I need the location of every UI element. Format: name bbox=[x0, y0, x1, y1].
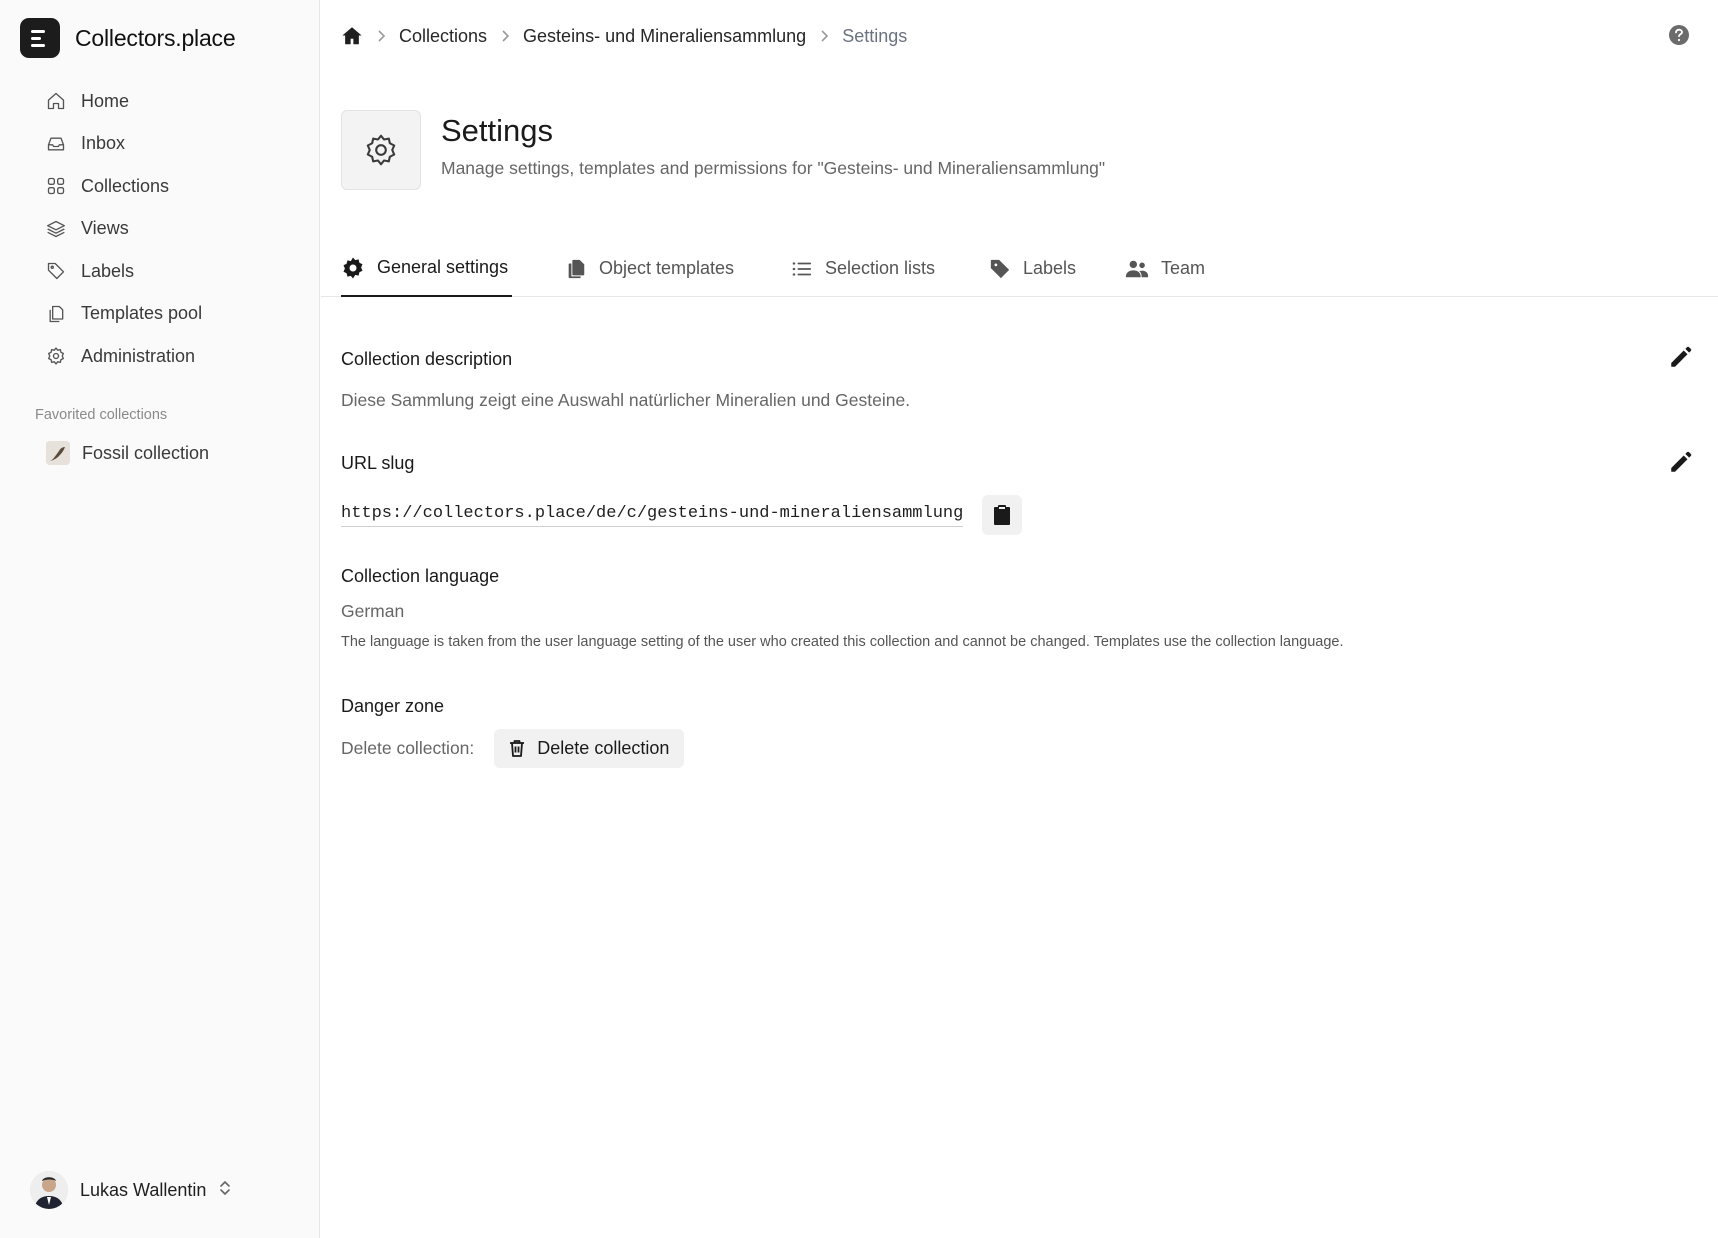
page-header: Settings Manage settings, templates and … bbox=[341, 110, 1105, 190]
tab-label: Selection lists bbox=[825, 258, 936, 278]
slug-row: https://collectors.place/de/c/gesteins-u… bbox=[341, 495, 1023, 535]
page-title: Settings bbox=[441, 113, 554, 148]
sidebar-item-collections[interactable]: Collections bbox=[44, 165, 304, 208]
sidebar-item-label: Home bbox=[81, 90, 130, 111]
tab-labels[interactable]: Labels bbox=[989, 240, 1076, 297]
sidebar-item-label: Inbox bbox=[81, 133, 126, 154]
copy-slug-button[interactable] bbox=[982, 495, 1023, 535]
sidebar-item-label: Templates pool bbox=[81, 303, 203, 324]
danger-row: Delete collection: Delete collection bbox=[341, 729, 685, 768]
fossil-thumbnail bbox=[46, 441, 70, 465]
slug-value[interactable]: https://collectors.place/de/c/gesteins-u… bbox=[341, 504, 964, 527]
slug-title: URL slug bbox=[341, 453, 415, 473]
gear-icon bbox=[341, 110, 421, 190]
chevron-right-icon bbox=[819, 29, 829, 43]
home-icon[interactable] bbox=[341, 25, 363, 47]
copy-solid-icon bbox=[565, 258, 587, 280]
language-title: Collection language bbox=[341, 566, 500, 586]
main-content: Collections Gesteins- und Mineraliensamm… bbox=[321, 0, 1718, 1238]
tab-bar: General settings Object templates Select… bbox=[321, 240, 1718, 297]
inbox-icon bbox=[44, 132, 68, 156]
brand[interactable]: Collectors.place bbox=[20, 18, 236, 58]
list-icon bbox=[791, 258, 813, 280]
description-title: Collection description bbox=[341, 349, 513, 369]
description-value: Diese Sammlung zeigt eine Auswahl natürl… bbox=[341, 390, 911, 410]
chevron-right-icon bbox=[376, 29, 386, 43]
breadcrumb-collections[interactable]: Collections bbox=[399, 26, 487, 47]
tab-label: Team bbox=[1161, 258, 1206, 278]
edit-description-pencil-icon[interactable] bbox=[1668, 344, 1694, 370]
delete-button-label: Delete collection bbox=[537, 738, 670, 758]
avatar bbox=[30, 1171, 68, 1209]
tab-label: General settings bbox=[377, 257, 509, 277]
chevron-up-down-icon bbox=[218, 1179, 232, 1202]
edit-slug-pencil-icon[interactable] bbox=[1668, 449, 1694, 475]
sidebar-item-labels[interactable]: Labels bbox=[44, 250, 304, 293]
danger-zone-title: Danger zone bbox=[341, 696, 445, 716]
delete-collection-label: Delete collection: bbox=[341, 738, 475, 758]
tab-label: Object templates bbox=[599, 258, 735, 278]
tag-solid-icon bbox=[989, 258, 1011, 280]
sidebar: Collectors.place Home Inbox Collections … bbox=[0, 0, 320, 1238]
breadcrumb: Collections Gesteins- und Mineraliensamm… bbox=[341, 22, 907, 50]
sidebar-item-views[interactable]: Views bbox=[44, 208, 304, 251]
users-icon bbox=[1125, 258, 1149, 280]
brand-name: Collectors.place bbox=[75, 24, 236, 51]
language-value: German bbox=[341, 601, 405, 621]
page-subtitle: Manage settings, templates and permissio… bbox=[441, 158, 1106, 178]
user-name: Lukas Wallentin bbox=[80, 1179, 207, 1200]
tag-icon bbox=[44, 259, 68, 283]
breadcrumb-collection[interactable]: Gesteins- und Mineraliensammlung bbox=[523, 26, 806, 47]
sidebar-item-label: Collections bbox=[81, 175, 170, 196]
sidebar-item-label: Views bbox=[81, 218, 129, 239]
copy-icon bbox=[44, 302, 68, 326]
clipboard-icon bbox=[992, 504, 1012, 526]
tab-general-settings[interactable]: General settings bbox=[341, 240, 513, 297]
sidebar-item-home[interactable]: Home bbox=[44, 80, 304, 123]
sidebar-nav: Home Inbox Collections Views Labels Temp… bbox=[44, 80, 304, 378]
delete-collection-button[interactable]: Delete collection bbox=[494, 729, 685, 768]
tab-team[interactable]: Team bbox=[1125, 240, 1205, 297]
sidebar-item-inbox[interactable]: Inbox bbox=[44, 123, 304, 166]
home-icon bbox=[44, 89, 68, 113]
tab-selection-lists[interactable]: Selection lists bbox=[791, 240, 935, 297]
gear-solid-icon bbox=[341, 256, 365, 280]
gear-icon bbox=[44, 344, 68, 368]
sidebar-item-label: Administration bbox=[81, 345, 196, 366]
tab-label: Labels bbox=[1023, 258, 1077, 278]
chevron-right-icon bbox=[500, 29, 510, 43]
layers-icon bbox=[44, 217, 68, 241]
user-menu[interactable]: Lukas Wallentin bbox=[30, 1171, 232, 1209]
favorite-item-fossil-collection[interactable]: Fossil collection bbox=[46, 441, 209, 465]
language-note: The language is taken from the user lang… bbox=[341, 634, 1344, 650]
favorites-title: Favorited collections bbox=[35, 407, 168, 423]
tab-object-templates[interactable]: Object templates bbox=[565, 240, 734, 297]
trash-icon bbox=[509, 739, 525, 758]
sidebar-item-administration[interactable]: Administration bbox=[44, 335, 304, 378]
breadcrumb-current: Settings bbox=[842, 25, 908, 46]
grid-icon bbox=[44, 174, 68, 198]
sidebar-item-label: Labels bbox=[81, 260, 135, 281]
help-icon[interactable] bbox=[1668, 24, 1690, 46]
brand-logo-icon bbox=[20, 18, 60, 58]
favorite-label: Fossil collection bbox=[82, 442, 210, 463]
sidebar-item-templates-pool[interactable]: Templates pool bbox=[44, 293, 304, 336]
